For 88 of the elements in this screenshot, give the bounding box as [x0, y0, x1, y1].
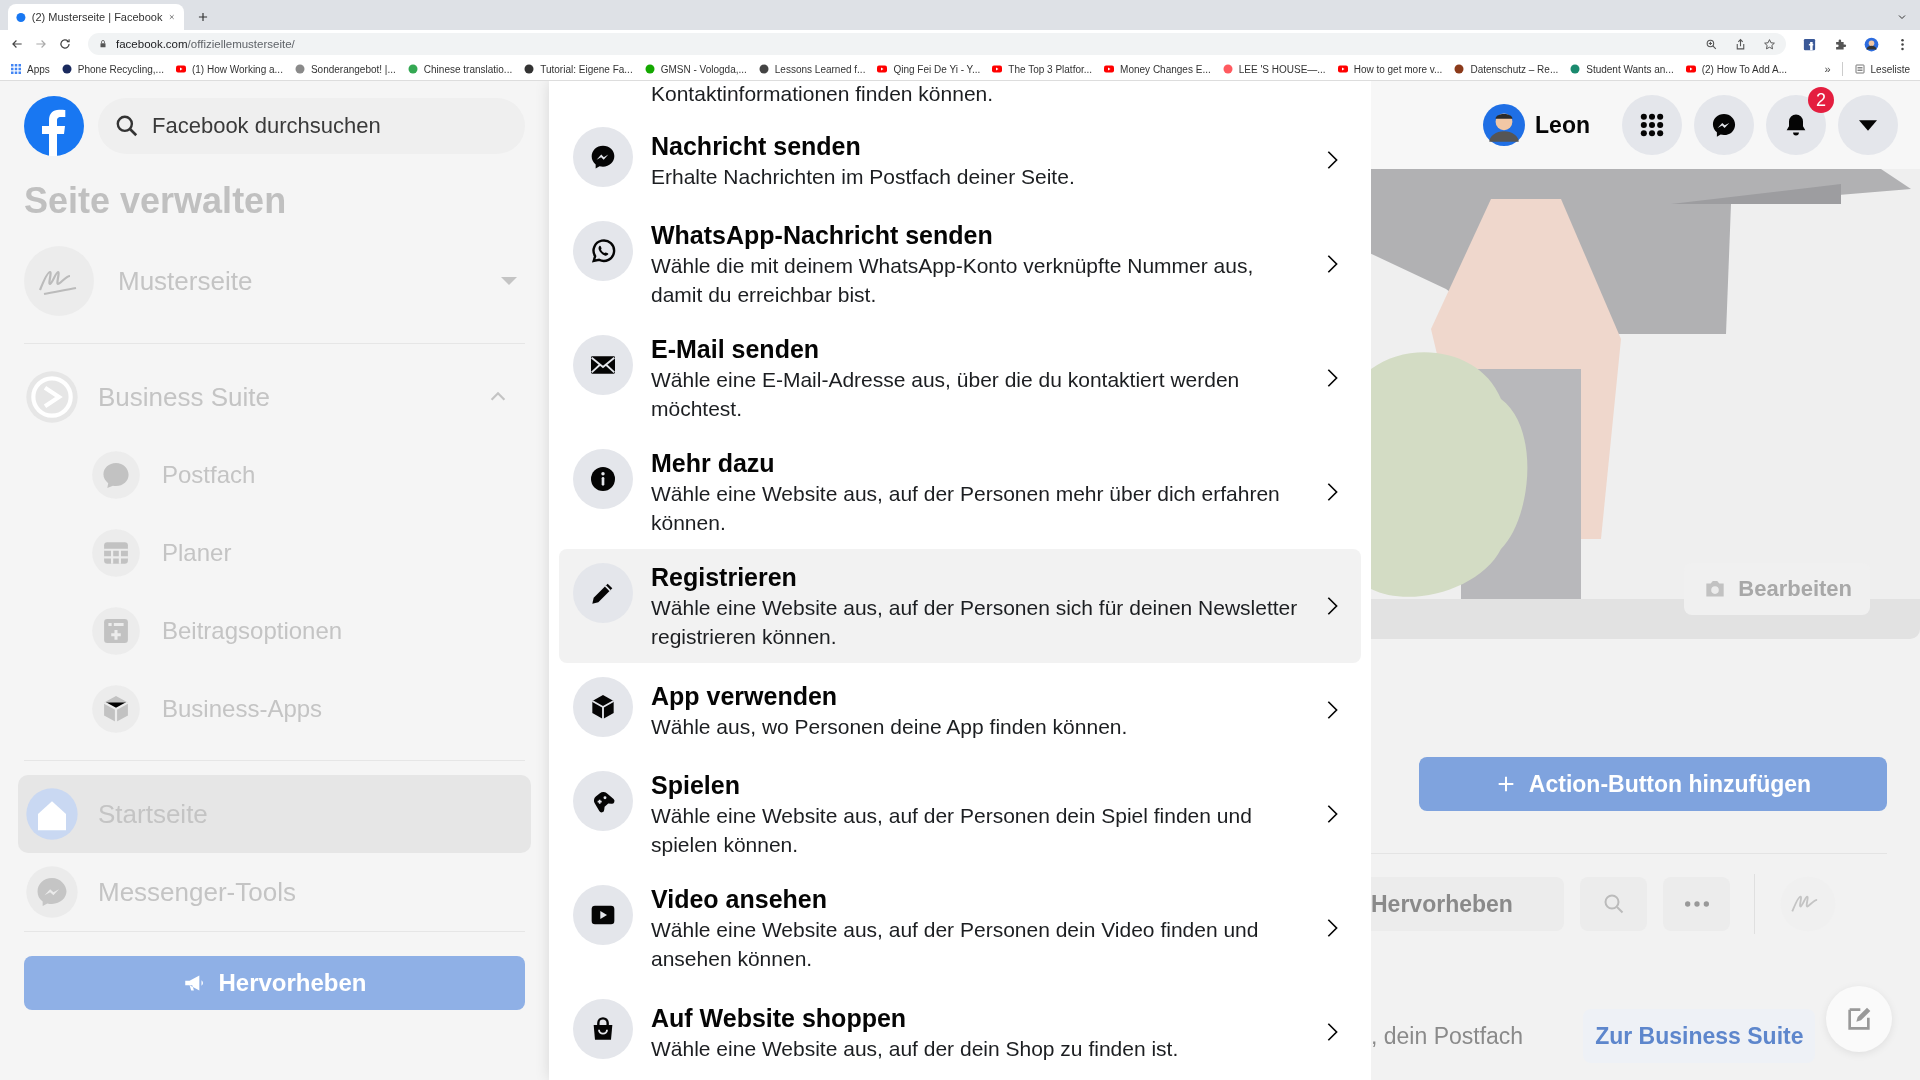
- option-title: Nachricht senden: [651, 130, 862, 162]
- profile-button[interactable]: Leon: [1483, 104, 1590, 146]
- avatar-icon[interactable]: [1864, 36, 1879, 52]
- option-title: App verwenden: [651, 680, 839, 712]
- option-title: Video ansehen: [651, 884, 828, 915]
- home-icon: [24, 786, 80, 842]
- action-option[interactable]: Mehr dazu Wähle eine Website aus, auf der Personen mehr über dich erfahren können.: [559, 435, 1361, 549]
- bookmark[interactable]: The Top 3 Platfor...: [991, 63, 1093, 75]
- more-icon: [1684, 901, 1709, 907]
- option-description: Wähle eine E-Mail-Adresse aus, über die du kontaktiert werden möchtest.: [651, 367, 1241, 422]
- gamepad-icon: [573, 771, 633, 831]
- action-option[interactable]: Nachricht senden Erhalte Nachrichten im Postfach deiner Seite.: [559, 113, 1361, 207]
- browser-tab[interactable]: (2) Musterseite | Facebook: [8, 4, 184, 30]
- option-description: Wähle eine Website aus, auf der dein Shop zu finden ist.: [651, 1035, 1180, 1062]
- action-option[interactable]: App verwenden Wähle aus, wo Personen deine App finden können.: [559, 663, 1361, 757]
- notification-badge: 2: [1808, 87, 1834, 113]
- whatsapp-icon: [573, 221, 633, 281]
- option-description: Wähle eine Website aus, auf der Personen dein Video finden und ansehen können.: [651, 917, 1260, 972]
- page-avatar-icon: [24, 246, 94, 316]
- search-field[interactable]: Facebook durchsuchen: [98, 98, 525, 154]
- option-title: Mehr dazu: [651, 448, 776, 479]
- bookmark[interactable]: Money Changes E...: [1103, 63, 1211, 75]
- action-option[interactable]: Auf Website shoppen Wähle eine Website aus, auf der dein Shop zu finden ist.: [559, 985, 1361, 1079]
- tab-title: (2) Musterseite | Facebook: [31, 11, 163, 23]
- bookmark[interactable]: (1) How Working a...: [174, 63, 283, 75]
- option-title: Auf Website shoppen: [651, 1002, 908, 1034]
- reload-icon[interactable]: [58, 37, 72, 51]
- option-title: Spielen: [651, 770, 741, 801]
- new-tab-icon[interactable]: [196, 10, 210, 24]
- option-title: E-Mail senden: [651, 334, 821, 365]
- address-bar[interactable]: facebook.com/offiziellemusterseite/: [88, 33, 1786, 55]
- extension-icon[interactable]: [1802, 36, 1817, 52]
- more-bookmarks-button[interactable]: »: [1824, 63, 1831, 75]
- avatar-icon: [1483, 104, 1526, 146]
- bookmark[interactable]: Datenschutz – Re...: [1453, 63, 1559, 75]
- back-icon[interactable]: [10, 37, 24, 51]
- action-option[interactable]: Spielen Wähle eine Website aus, auf der Personen dein Spiel finden und spielen können.: [559, 757, 1361, 871]
- dialog-text: Kontaktinformationen finden können.: [650, 81, 995, 107]
- list-icon: [1853, 63, 1866, 75]
- option-description: Wähle aus, wo Personen deine App finden können.: [651, 713, 1129, 740]
- menu-grid-icon: [1638, 111, 1666, 139]
- cube-icon: [90, 683, 142, 735]
- bookmark[interactable]: LEE 'S HOUSE—...: [1221, 63, 1326, 75]
- option-description: Wähle eine Website aus, auf der Personen sich für deinen Newsletter registrieren können.: [651, 595, 1299, 650]
- option-description: Wähle eine Website aus, auf der Personen dein Spiel finden und spielen können.: [651, 803, 1253, 858]
- bookmark[interactable]: Phone Recycling,...: [60, 63, 164, 75]
- star-icon[interactable]: [1763, 37, 1776, 51]
- info-icon: [573, 449, 633, 509]
- bookmark[interactable]: Chinese translatio...: [406, 63, 513, 75]
- action-option[interactable]: Video ansehen Wähle eine Website aus, auf der Personen dein Video finden und ansehen können.: [559, 871, 1361, 985]
- post-options-icon: [90, 605, 142, 657]
- bookmark[interactable]: Apps: [10, 63, 50, 75]
- speech-bubble-icon: [90, 449, 142, 501]
- action-option[interactable]: Registrieren Wähle eine Website aus, auf der Personen sich für deinen Newsletter registrieren können.: [559, 549, 1361, 663]
- bookmark[interactable]: (2) How To Add A...: [1684, 63, 1788, 75]
- calendar-icon: [90, 527, 142, 579]
- play-icon: [573, 885, 633, 945]
- facebook-logo[interactable]: [24, 96, 84, 156]
- option-title: Registrieren: [651, 562, 798, 593]
- shopping-bag-icon: [573, 999, 633, 1059]
- action-option[interactable]: E-Mail senden Wähle eine E-Mail-Adresse aus, über die du kontaktiert werden möchtest.: [559, 321, 1361, 435]
- messenger-icon: [1710, 111, 1738, 139]
- action-option[interactable]: WhatsApp-Nachricht senden Wähle die mit deinem WhatsApp-Konto verknüpfte Nummer aus, damit du erreichbar bist.: [559, 207, 1361, 321]
- share-icon[interactable]: [1734, 37, 1747, 51]
- bookmark[interactable]: Lessons Learned f...: [757, 63, 866, 75]
- bookmark[interactable]: Sonderangebot! |...: [293, 63, 396, 75]
- lock-icon: [98, 39, 108, 49]
- url-text: facebook.com/offiziellemusterseite/: [116, 38, 295, 50]
- close-icon[interactable]: [168, 12, 176, 22]
- messenger-icon: [573, 127, 633, 187]
- caret-down-icon: [1859, 119, 1877, 131]
- inbox-text: , dein Postfach: [1371, 1022, 1524, 1050]
- envelope-icon: [573, 335, 633, 395]
- bookmark[interactable]: GMSN - Vologda,...: [643, 63, 747, 75]
- bookmark[interactable]: Student Wants an...: [1569, 63, 1674, 75]
- option-description: Wähle die mit deinem WhatsApp-Konto verknüpfte Nummer aus, damit du erreichbar bist.: [651, 253, 1255, 308]
- bookmark[interactable]: Tutorial: Eigene Fa...: [523, 63, 633, 75]
- bookmark[interactable]: Qing Fei De Yi - Y...: [876, 63, 981, 75]
- option-title: WhatsApp-Nachricht senden: [651, 220, 994, 251]
- favicon-icon: [16, 10, 26, 24]
- search-icon: [114, 113, 140, 139]
- option-description: Erhalte Nachrichten im Postfach deiner Seite.: [651, 163, 1076, 190]
- bookmark[interactable]: How to get more v...: [1336, 63, 1443, 75]
- zoom-icon[interactable]: [1705, 37, 1718, 51]
- cube-icon: [573, 677, 633, 737]
- messenger-icon: [24, 864, 80, 920]
- option-description: Wähle eine Website aus, auf der Personen mehr über dich erfahren können.: [651, 481, 1281, 536]
- reading-list-button[interactable]: Leseliste: [1853, 63, 1910, 75]
